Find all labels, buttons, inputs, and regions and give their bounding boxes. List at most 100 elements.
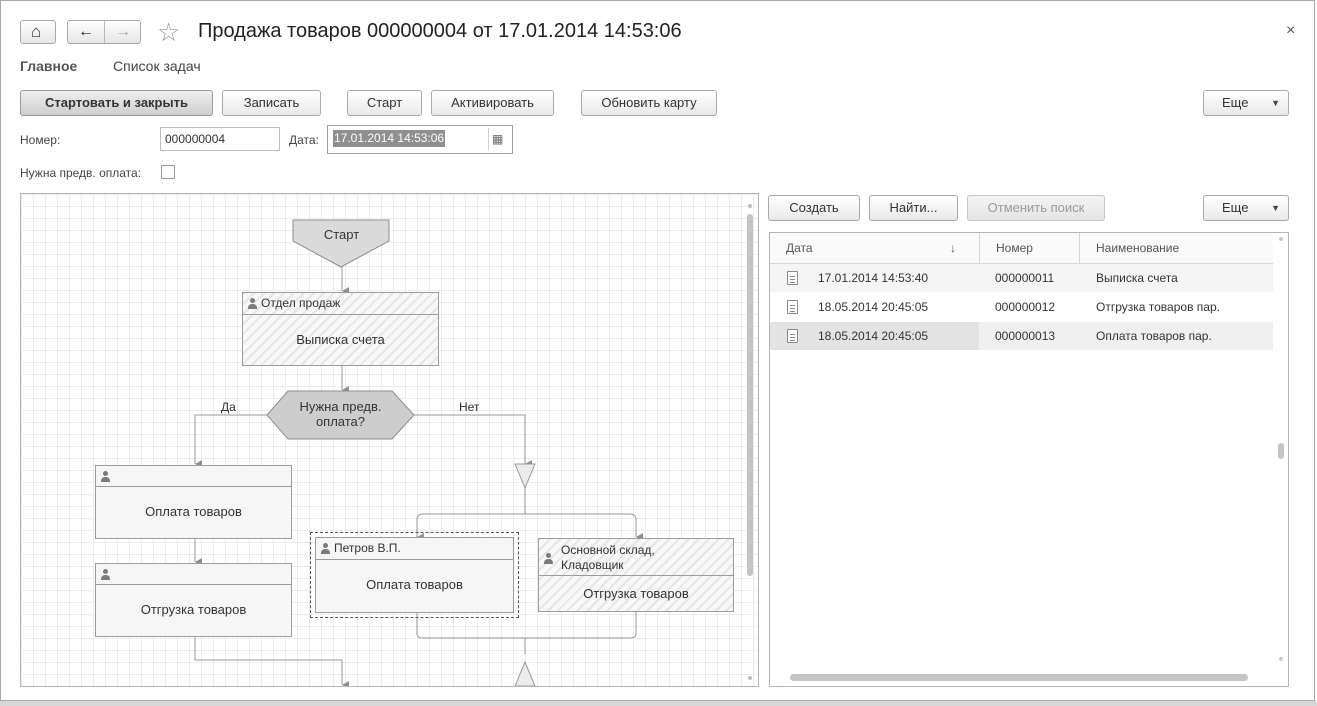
date-value: 17.01.2014 14:53:06	[333, 130, 446, 147]
tab-main[interactable]: Главное	[20, 58, 77, 74]
branch-no-label: Нет	[459, 400, 480, 414]
task-payment-left[interactable]: Оплата товаров	[95, 465, 292, 539]
chevron-down-icon: ▼	[1271, 98, 1280, 108]
task-invoice-head: Отдел продаж	[243, 293, 438, 315]
save-button[interactable]: Записать	[222, 90, 321, 116]
history-nav-group: ← →	[67, 20, 141, 44]
task-shipment-warehouse[interactable]: Основной склад, Кладовщик Отгрузка товар…	[538, 538, 734, 612]
more-button[interactable]: Еще ▼	[1203, 90, 1289, 116]
page-title: Продажа товаров 000000004 от 17.01.2014 …	[198, 20, 682, 42]
create-task-button[interactable]: Создать	[768, 195, 860, 221]
task-invoice[interactable]: Отдел продаж Выписка счета	[242, 292, 439, 366]
user-icon	[247, 297, 258, 310]
condition-label-line1: Нужна предв.	[299, 399, 382, 414]
column-header-number[interactable]: Номер	[996, 241, 1033, 255]
branch-yes-label: Да	[221, 400, 236, 414]
task-shipment-left-label: Отгрузка товаров	[140, 602, 247, 617]
calendar-icon[interactable]: ▦	[492, 129, 503, 149]
map-scrollbar[interactable]	[746, 204, 754, 684]
refresh-map-button[interactable]: Обновить карту	[581, 90, 717, 116]
scroll-down-icon[interactable]	[748, 676, 752, 680]
number-label: Номер:	[20, 133, 61, 147]
list-scrollbar-thumb[interactable]	[1278, 443, 1284, 459]
row-date: 18.05.2014 20:45:05	[818, 300, 929, 314]
column-divider	[979, 233, 980, 263]
start-node-label: Старт	[323, 227, 360, 242]
close-icon[interactable]: ×	[1286, 22, 1295, 40]
sort-desc-icon: ↓	[950, 241, 956, 255]
split-triangle	[514, 463, 536, 490]
task-payment-petrov[interactable]: Петров В.П. Оплата товаров	[315, 537, 514, 613]
task-payment-left-label: Оплата товаров	[145, 504, 242, 519]
prepay-checkbox[interactable]	[161, 165, 175, 179]
cancel-search-button[interactable]: Отменить поиск	[967, 195, 1105, 221]
process-map[interactable]: Старт Отдел продаж Выписка счета Нужна п…	[20, 193, 759, 687]
home-button[interactable]: ⌂	[20, 20, 56, 44]
number-field[interactable]: 000000004	[160, 127, 280, 151]
date-field-divider	[488, 128, 489, 150]
task-payment-petrov-performer: Петров В.П.	[334, 541, 401, 555]
row-date: 17.01.2014 14:53:40	[818, 271, 929, 285]
tasks-more-button[interactable]: Еще ▼	[1203, 195, 1289, 221]
task-shipment-warehouse-head: Основной склад, Кладовщик	[539, 539, 733, 576]
task-payment-left-head	[96, 466, 291, 487]
user-icon	[320, 542, 331, 555]
task-document-icon	[787, 329, 798, 343]
row-name: Отгрузка товаров пар.	[1096, 300, 1220, 314]
scroll-up-icon[interactable]	[748, 204, 752, 208]
chevron-down-icon: ▼	[1271, 203, 1280, 213]
start-button[interactable]: Старт	[347, 90, 422, 116]
column-header-name[interactable]: Наименование	[1096, 241, 1179, 255]
task-document-icon	[787, 300, 798, 314]
home-icon: ⌂	[31, 22, 42, 41]
user-icon	[543, 553, 554, 565]
list-hscrollbar[interactable]	[778, 673, 1268, 681]
task-shipment-warehouse-label: Отгрузка товаров	[583, 586, 689, 601]
row-number: 000000013	[995, 329, 1056, 343]
condition-label-line2: оплата?	[315, 414, 366, 429]
more-label: Еще	[1222, 95, 1249, 110]
row-number: 000000011	[995, 271, 1055, 285]
scroll-down-icon[interactable]	[1279, 657, 1283, 661]
row-name: Оплата товаров пар.	[1096, 329, 1212, 343]
task-document-icon	[787, 271, 798, 285]
user-icon	[100, 568, 111, 581]
scroll-up-icon[interactable]	[1279, 237, 1283, 241]
back-arrow-icon: ←	[78, 23, 94, 40]
task-invoice-performer: Отдел продаж	[261, 296, 341, 310]
forward-button[interactable]: →	[105, 21, 141, 43]
user-icon	[100, 470, 111, 483]
date-field[interactable]: 17.01.2014 14:53:06 ▦	[327, 125, 513, 154]
row-date: 18.05.2014 20:45:05	[818, 329, 929, 343]
date-label: Дата:	[289, 133, 319, 147]
tasks-more-label: Еще	[1222, 200, 1249, 215]
find-button[interactable]: Найти...	[869, 195, 958, 221]
table-row-selected[interactable]: 18.05.2014 20:45:05 000000013 Оплата тов…	[770, 322, 1273, 350]
table-row[interactable]: 18.05.2014 20:45:05 000000012 Отгрузка т…	[770, 293, 1273, 321]
favorite-star-icon[interactable]: ☆	[157, 17, 180, 47]
list-scrollbar[interactable]	[1277, 237, 1285, 677]
task-payment-petrov-label: Оплата товаров	[366, 577, 463, 592]
back-button[interactable]: ←	[68, 21, 105, 43]
window-bottom-edge	[0, 701, 1317, 706]
task-shipment-warehouse-performer-line1: Основной склад,	[561, 543, 655, 557]
merge-triangle	[514, 660, 536, 686]
task-invoice-label: Выписка счета	[296, 332, 385, 347]
forward-arrow-icon: →	[115, 23, 131, 40]
column-header-date[interactable]: Дата	[786, 241, 813, 255]
activate-button[interactable]: Активировать	[431, 90, 554, 116]
task-list-table[interactable]: Дата ↓ Номер Наименование 17.01.2014 14:…	[769, 232, 1289, 687]
row-number: 000000012	[995, 300, 1056, 314]
list-hscrollbar-thumb[interactable]	[790, 674, 1248, 681]
map-scrollbar-thumb[interactable]	[747, 214, 753, 576]
task-shipment-left[interactable]: Отгрузка товаров	[95, 563, 292, 637]
table-row[interactable]: 17.01.2014 14:53:40 000000011 Выписка сч…	[770, 264, 1273, 292]
task-shipment-warehouse-performer-line2: Кладовщик	[561, 558, 624, 572]
start-and-close-button[interactable]: Стартовать и закрыть	[20, 90, 213, 116]
table-header: Дата ↓ Номер Наименование	[770, 233, 1273, 264]
column-divider	[1079, 233, 1080, 263]
tab-task-list[interactable]: Список задач	[113, 58, 201, 74]
task-shipment-left-head	[96, 564, 291, 585]
row-name: Выписка счета	[1096, 271, 1178, 285]
prepay-label: Нужна предв. оплата:	[20, 166, 142, 180]
